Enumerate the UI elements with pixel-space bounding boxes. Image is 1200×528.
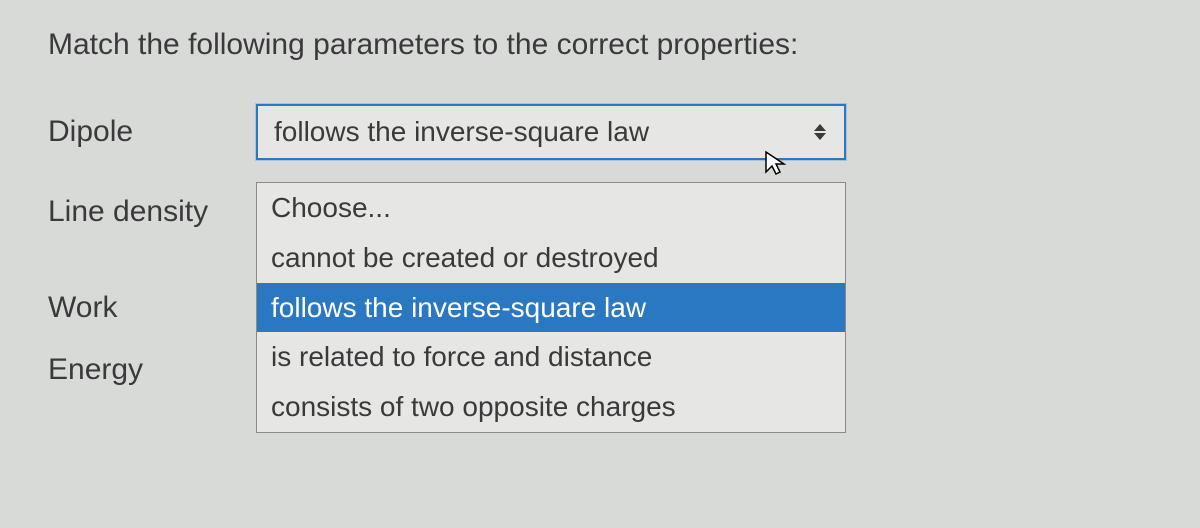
dropdown-option-2[interactable]: is related to force and distance [257,332,845,382]
label-energy: Energy [48,348,238,392]
updown-arrow-icon [810,122,830,142]
select-column: follows the inverse-square law [256,104,846,160]
question-prompt: Match the following parameters to the co… [48,28,1152,62]
dropdown-option-1[interactable]: follows the inverse-square law [257,283,845,333]
dropdown-option-placeholder[interactable]: Choose... [257,183,845,233]
dropdown-option-3[interactable]: consists of two opposite charges [257,382,845,432]
dipole-select[interactable]: follows the inverse-square law [256,104,846,160]
dropdown-option-0[interactable]: cannot be created or destroyed [257,233,845,283]
label-line-density: Line density [48,190,238,234]
label-work: Work [48,286,238,330]
dropdown-listbox[interactable]: Choose... cannot be created or destroyed… [256,182,846,433]
label-dipole: Dipole [48,104,238,160]
parameter-labels-column: Dipole Line density Work Energy [48,104,238,392]
select-value: follows the inverse-square law [274,116,649,148]
